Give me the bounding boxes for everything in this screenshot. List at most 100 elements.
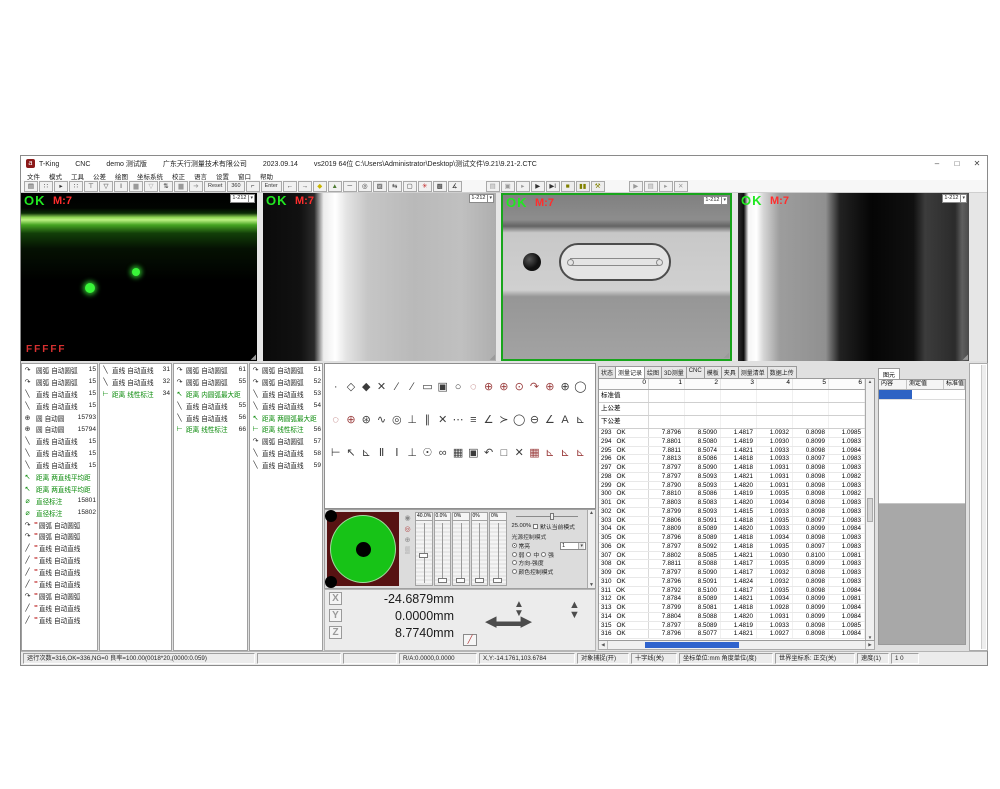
tool-icon[interactable]: ☉: [420, 443, 435, 463]
toolbar-button[interactable]: ▶: [629, 181, 643, 192]
tool-icon[interactable]: ⊢: [328, 443, 343, 463]
ring-icon[interactable]: ◉: [401, 514, 414, 522]
menu-item[interactable]: 校正: [172, 171, 185, 181]
ring-icon[interactable]: ⊕: [401, 536, 414, 544]
title-bar[interactable]: a T-KingCNCdemo 测试版广东天行测量技术有限公司2023.09.1…: [21, 156, 987, 171]
tolerance-row[interactable]: 下公差: [599, 416, 865, 429]
table-row[interactable]: 300OK 7.8810 8.5086 1.4819 1.0935 0.8098…: [599, 490, 865, 499]
tool-icon[interactable]: ⊥: [404, 443, 419, 463]
tool-icon[interactable]: ▭: [420, 377, 435, 397]
toolbar-button[interactable]: ▨: [373, 181, 387, 192]
toolbar-button[interactable]: ▶: [531, 181, 545, 192]
measure-item[interactable]: ╱ *** 直线 自动直线: [22, 578, 97, 590]
minimize-button[interactable]: –: [927, 157, 947, 171]
tool-icon[interactable]: ◌: [466, 377, 481, 397]
measure-item[interactable]: ╲ 直线 自动直线 15: [22, 388, 97, 400]
record-tab[interactable]: 夹具: [721, 366, 739, 378]
record-tab[interactable]: 测量记录: [615, 366, 645, 378]
scroll-left-icon[interactable]: ◀: [599, 641, 608, 649]
mode-radio[interactable]: [512, 569, 517, 574]
light-slider[interactable]: 0%: [452, 512, 470, 586]
tool-icon[interactable]: ▣: [466, 443, 481, 463]
toolbar-button[interactable]: ←: [283, 181, 297, 192]
mode-radio[interactable]: [512, 560, 517, 565]
toolbar-button[interactable]: ■: [561, 181, 575, 192]
menu-item[interactable]: 绘图: [115, 171, 128, 181]
measure-item[interactable]: ↖ 距离 两圆弧最大距: [250, 412, 322, 424]
camera-channel-select[interactable]: 1-212▾: [703, 196, 728, 205]
tool-icon[interactable]: ↶: [481, 443, 496, 463]
record-tab[interactable]: CNC: [686, 366, 705, 378]
measure-item[interactable]: ╱ *** 直线 自动直线: [22, 566, 97, 578]
table-row[interactable]: 304OK 7.8809 8.5089 1.4820 1.0933 0.8099…: [599, 525, 865, 534]
selected-element-row[interactable]: [879, 390, 965, 400]
measure-item[interactable]: ╲ 直线 自动直线 15: [22, 400, 97, 412]
level-radio[interactable]: [541, 552, 546, 557]
tool-icon[interactable]: ⊕: [481, 377, 496, 397]
slider-thumb[interactable]: [438, 578, 447, 583]
tool-icon[interactable]: ◎: [389, 410, 404, 430]
light-slider[interactable]: 40.0%: [415, 512, 433, 586]
scroll-thumb[interactable]: [645, 642, 739, 648]
measure-item[interactable]: ⌀ 直径标注 15802: [22, 507, 97, 519]
tool-icon[interactable]: ∥: [420, 410, 435, 430]
right-dock-strip[interactable]: [969, 363, 988, 651]
table-row[interactable]: 313OK 7.8799 8.5081 1.4818 1.0928 0.8099…: [599, 604, 865, 613]
elements-tab[interactable]: 图元: [878, 368, 900, 379]
elements-rows-area[interactable]: [879, 400, 965, 504]
measure-item[interactable]: ↷ 圆弧 自动圆弧 57: [250, 435, 322, 447]
jog-up-down-icon[interactable]: ▲▼: [511, 600, 527, 618]
measure-item[interactable]: ↷ 圆弧 自动圆弧 51: [250, 364, 322, 376]
tool-icon[interactable]: ◯: [573, 377, 588, 397]
measure-item[interactable]: ↷ 圆弧 自动圆弧 52: [250, 376, 322, 388]
measure-item[interactable]: ╱ *** 直线 自动直线: [22, 614, 97, 626]
menu-item[interactable]: 帮助: [260, 171, 273, 181]
resize-grip-icon[interactable]: ◢: [724, 351, 729, 359]
tool-icon[interactable]: ○: [450, 377, 465, 397]
toolbar-button[interactable]: ▩: [433, 181, 447, 192]
scroll-up-icon[interactable]: ▲: [866, 379, 874, 384]
slider-thumb[interactable]: [550, 513, 554, 520]
scroll-up-icon[interactable]: ▲: [588, 510, 595, 516]
measure-item[interactable]: ↖ 距离 两直线平均距: [22, 483, 97, 495]
record-tab[interactable]: 绘图: [644, 366, 662, 378]
toolbar-button[interactable]: ▸: [516, 181, 530, 192]
x-axis-icon[interactable]: X: [329, 592, 342, 605]
table-row[interactable]: 316OK 7.8796 8.5077 1.4821 1.0927 0.8098…: [599, 630, 865, 639]
dock-scrollbar[interactable]: [981, 365, 986, 649]
measure-item[interactable]: ╲ 直线 自动直线 53: [250, 388, 322, 400]
ring-icon[interactable]: ▒: [401, 547, 414, 554]
toolbar-button[interactable]: ◎: [358, 181, 372, 192]
measure-item[interactable]: ╱ *** 直线 自动直线: [22, 602, 97, 614]
ring-icon[interactable]: ◎: [401, 525, 414, 533]
tool-icon[interactable]: ▣: [435, 377, 450, 397]
scroll-thumb[interactable]: [867, 498, 873, 522]
light-slider[interactable]: 0.0%: [434, 512, 452, 586]
measure-item[interactable]: ╲ 直线 自动直线 56: [174, 412, 247, 424]
toolbar-button[interactable]: ✳: [418, 181, 432, 192]
camera-channel-select[interactable]: 1-212▾: [469, 194, 494, 203]
toolbar-button[interactable]: 360: [227, 181, 244, 192]
scroll-down-icon[interactable]: ▼: [866, 635, 874, 640]
measure-item[interactable]: ⊢ 距离 线性标注 34: [100, 388, 171, 400]
measure-item[interactable]: ╲ 直线 自动直线 32: [100, 376, 171, 388]
tool-icon[interactable]: ⋯: [450, 410, 465, 430]
table-row[interactable]: 314OK 7.8804 8.5088 1.4820 1.0931 0.8099…: [599, 613, 865, 622]
table-row[interactable]: 310OK 7.8796 8.5091 1.4824 1.0932 0.8098…: [599, 578, 865, 587]
toolbar-button[interactable]: ◆: [313, 181, 327, 192]
toolbar-button[interactable]: ▆: [129, 181, 143, 192]
tool-icon[interactable]: ·: [328, 377, 343, 397]
toolbar-button[interactable]: ▸: [659, 181, 673, 192]
tool-icon[interactable]: ◆: [359, 377, 374, 397]
measure-item[interactable]: ╱ *** 直线 自动直线: [22, 542, 97, 554]
level-radio[interactable]: [526, 552, 531, 557]
toolbar-button[interactable]: ∷: [39, 181, 53, 192]
table-row[interactable]: 308OK 7.8811 8.5088 1.4817 1.0935 0.8099…: [599, 560, 865, 569]
vertical-scrollbar[interactable]: ▲▼: [865, 379, 874, 640]
diagonal-move-button[interactable]: ╱: [463, 634, 477, 646]
measure-item[interactable]: ⊢ 距离 线性标注 56: [250, 423, 322, 435]
camera-view-4[interactable]: OK M:7 1-212▾ ◢: [738, 193, 969, 361]
resize-grip-icon[interactable]: ◢: [251, 353, 256, 361]
tool-icon[interactable]: ⊕: [343, 410, 358, 430]
slider-track[interactable]: [435, 521, 451, 585]
